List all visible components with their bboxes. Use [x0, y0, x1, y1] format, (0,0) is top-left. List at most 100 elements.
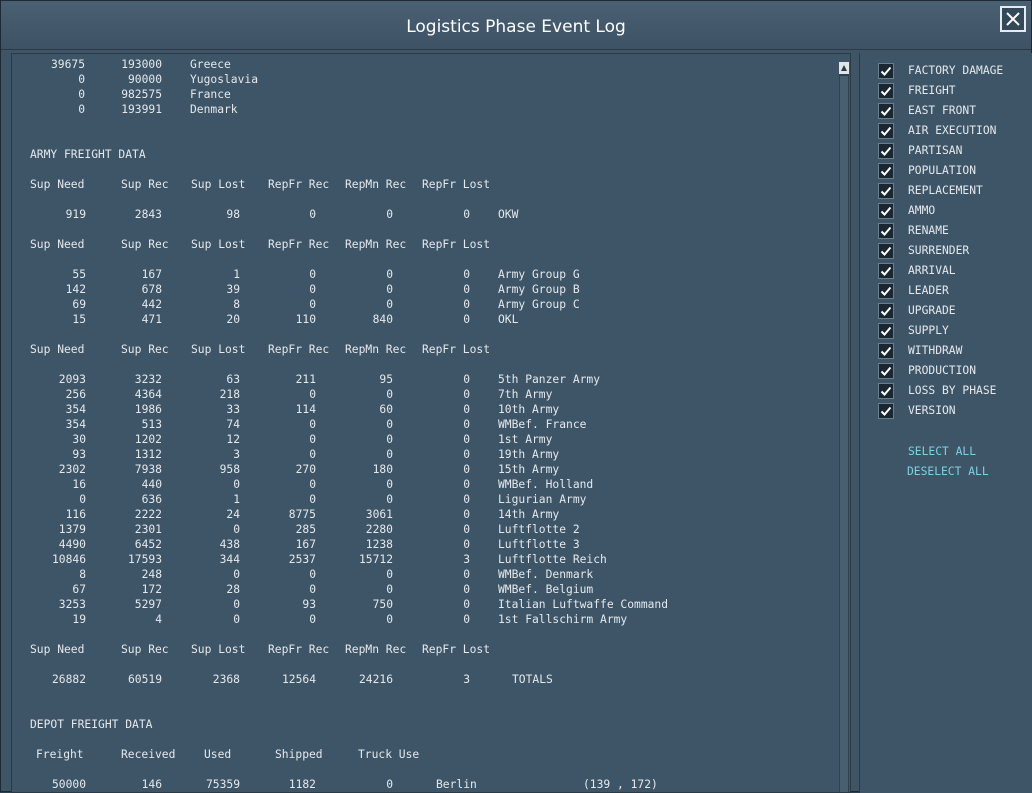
- column-header: RepFr Rec: [268, 238, 330, 251]
- filter-population[interactable]: POPULATION: [878, 161, 1028, 181]
- freight-value: 0: [386, 478, 393, 491]
- filter-checkbox[interactable]: [878, 243, 894, 259]
- freight-value: 4490: [58, 538, 86, 551]
- filter-surrender[interactable]: SURRENDER: [878, 241, 1028, 261]
- filter-arrival[interactable]: ARRIVAL: [878, 261, 1028, 281]
- freight-value: 750: [372, 598, 393, 611]
- filter-factory-damage[interactable]: FACTORY DAMAGE: [878, 61, 1028, 81]
- nation-name: Greece: [190, 58, 231, 71]
- log-text-area[interactable]: 39675 193000 Greece 0 90000 Yugoslavia 0 982575…: [12, 54, 838, 792]
- column-header: Used: [204, 748, 232, 761]
- nation-name: France: [190, 88, 231, 101]
- filter-label: ARRIVAL: [908, 264, 956, 277]
- freight-value: 0: [463, 493, 470, 506]
- filter-checkbox[interactable]: [878, 283, 894, 299]
- vertical-scrollbar[interactable]: [839, 62, 849, 792]
- filter-withdraw[interactable]: WITHDRAW: [878, 341, 1028, 361]
- filter-loss-by-phase[interactable]: LOSS BY PHASE: [878, 381, 1028, 401]
- freight-value: 0: [463, 538, 470, 551]
- column-header: RepMn Rec: [345, 178, 407, 191]
- freight-value: 8: [79, 568, 86, 581]
- filter-checkbox[interactable]: [878, 163, 894, 179]
- filter-checkbox[interactable]: [878, 143, 894, 159]
- filter-label: REPLACEMENT: [908, 184, 983, 197]
- filter-checkbox[interactable]: [878, 263, 894, 279]
- filter-checkbox[interactable]: [878, 203, 894, 219]
- close-button[interactable]: [1000, 6, 1026, 32]
- freight-value: 12: [226, 433, 240, 446]
- freight-value: 1238: [365, 538, 393, 551]
- filter-checkbox[interactable]: [878, 103, 894, 119]
- filter-label: AIR EXECUTION: [908, 124, 997, 137]
- freight-value: 0: [463, 373, 470, 386]
- freight-value: 1312: [134, 448, 162, 461]
- freight-value: 0: [309, 298, 316, 311]
- filter-air-execution[interactable]: AIR EXECUTION: [878, 121, 1028, 141]
- freight-value: 2843: [134, 208, 162, 221]
- freight-value: 167: [295, 538, 316, 551]
- column-header-row: Sup Need Sup Rec Sup Lost RepFr Rec RepMn Re…: [12, 642, 838, 657]
- freight-value: 95: [379, 373, 393, 386]
- column-header: Sup Need: [30, 343, 85, 356]
- freight-value: 0: [233, 523, 240, 536]
- freight-value: 0: [386, 208, 393, 221]
- filter-freight[interactable]: FREIGHT: [878, 81, 1028, 101]
- freight-value: 167: [141, 268, 162, 281]
- filter-replacement[interactable]: REPLACEMENT: [878, 181, 1028, 201]
- filter-checkbox[interactable]: [878, 323, 894, 339]
- nation-row: 0 982575 France: [12, 87, 838, 102]
- deselect-all-button[interactable]: DESELECT ALL: [907, 465, 989, 478]
- freight-data-row: 2093 3232 63 211 95 0 5th Panzer Army: [12, 372, 838, 387]
- filter-partisan[interactable]: PARTISAN: [878, 141, 1028, 161]
- filter-checkbox[interactable]: [878, 123, 894, 139]
- filter-checkbox[interactable]: [878, 83, 894, 99]
- filter-checkbox[interactable]: [878, 363, 894, 379]
- checkmark-icon: [880, 226, 892, 236]
- filter-production[interactable]: PRODUCTION: [878, 361, 1028, 381]
- unit-name: 1st Fallschirm Army: [498, 613, 628, 626]
- freight-data-row: 19 4 0 0 0 0 1st Fallschirm Army: [12, 612, 838, 627]
- freight-value: 20: [226, 313, 240, 326]
- freight-value: 2222: [134, 508, 162, 521]
- filter-east-front[interactable]: EAST FRONT: [878, 101, 1028, 121]
- freight-value: 60: [379, 403, 393, 416]
- column-header: RepMn Rec: [345, 343, 407, 356]
- filter-checkbox[interactable]: [878, 383, 894, 399]
- filter-leader[interactable]: LEADER: [878, 281, 1028, 301]
- freight-value: 0: [386, 388, 393, 401]
- total-value: 12564: [281, 673, 316, 686]
- column-header: RepFr Lost: [422, 238, 491, 251]
- freight-value: 3: [463, 553, 470, 566]
- filter-ammo[interactable]: AMMO: [878, 201, 1028, 221]
- checkmark-icon: [880, 246, 892, 256]
- filter-label: FACTORY DAMAGE: [908, 64, 1004, 77]
- filter-supply[interactable]: SUPPLY: [878, 321, 1028, 341]
- freight-data-row: 10846 17593 344 2537 15712 3 Luftflotte Reich: [12, 552, 838, 567]
- filter-checkbox[interactable]: [878, 303, 894, 319]
- scroll-up-button[interactable]: [839, 62, 849, 74]
- freight-data-row: 69 442 8 0 0 0 Army Group C: [12, 297, 838, 312]
- filter-checkbox[interactable]: [878, 223, 894, 239]
- freight-value: 110: [295, 313, 316, 326]
- scroll-thumb[interactable]: [840, 76, 848, 792]
- checkmark-icon: [880, 266, 892, 276]
- depot-value: 146: [141, 778, 162, 791]
- select-all-button[interactable]: SELECT ALL: [908, 445, 976, 458]
- unit-name: 10th Army: [498, 403, 560, 416]
- freight-value: 0: [386, 298, 393, 311]
- column-header: Truck Use: [358, 748, 420, 761]
- freight-value: 0: [463, 478, 470, 491]
- checkmark-icon: [880, 186, 892, 196]
- depot-value: 50000: [51, 778, 86, 791]
- filter-version[interactable]: VERSION: [878, 401, 1028, 421]
- filter-rename[interactable]: RENAME: [878, 221, 1028, 241]
- freight-value: 0: [233, 613, 240, 626]
- filter-label: POPULATION: [908, 164, 977, 177]
- filter-checkbox[interactable]: [878, 403, 894, 419]
- filter-upgrade[interactable]: UPGRADE: [878, 301, 1028, 321]
- filter-checkbox[interactable]: [878, 183, 894, 199]
- filter-checkbox[interactable]: [878, 63, 894, 79]
- freight-value: 33: [226, 403, 240, 416]
- filter-checkbox[interactable]: [878, 343, 894, 359]
- unit-name: Luftflotte 2: [498, 523, 580, 536]
